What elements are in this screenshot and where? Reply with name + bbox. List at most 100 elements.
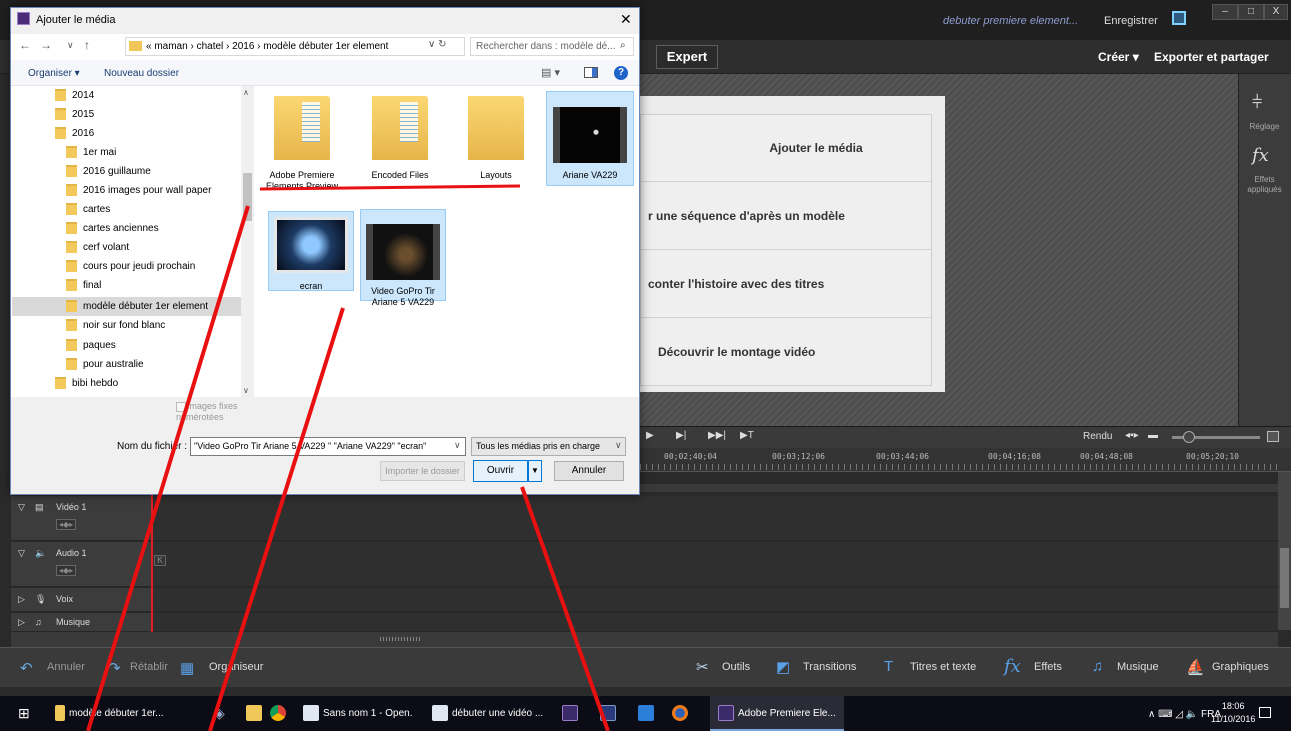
tree-folder[interactable]: 2016	[55, 124, 241, 143]
organize-menu[interactable]: Organiser ▾	[28, 68, 80, 79]
file-item-folder[interactable]: Encoded Files	[356, 96, 444, 181]
import-folder-button[interactable]: Importer le dossier	[380, 461, 465, 481]
menu-learn-editing[interactable]: Découvrir le montage vidéo	[640, 318, 932, 386]
taskbar-app-icon[interactable]: ◈	[214, 696, 225, 731]
file-item-video[interactable]: Ariane VA229	[546, 91, 634, 186]
search-icon[interactable]: ⌕	[620, 40, 626, 51]
file-item-folder[interactable]: Layouts	[452, 96, 540, 181]
collapse-icon[interactable]: ▽	[18, 502, 25, 513]
organizer-icon[interactable]: ▦	[180, 659, 194, 677]
tree-folder[interactable]: noir sur fond blanc	[66, 316, 241, 335]
transitions-icon[interactable]: ◩	[776, 658, 790, 676]
zoom-icon[interactable]: ▬	[1148, 430, 1158, 441]
new-folder-button[interactable]: Nouveau dossier	[104, 68, 179, 79]
undo-button[interactable]: Annuler	[47, 661, 85, 673]
adjust-icon[interactable]: ⫩	[1252, 92, 1262, 113]
titles-button[interactable]: Titres et texte	[910, 661, 976, 673]
tree-folder-selected[interactable]: modèle débuter 1er element	[12, 297, 241, 316]
clock[interactable]: 18:06 11/10/2016	[1211, 700, 1255, 726]
track-lane-voice[interactable]	[152, 588, 1278, 612]
step-forward-icon[interactable]: ▶|	[676, 430, 686, 441]
tree-folder[interactable]: bibi hebdo	[55, 374, 241, 393]
music-icon[interactable]: ♫	[1092, 658, 1103, 675]
file-item-image[interactable]: ecran	[268, 211, 354, 291]
track-lane-audio1[interactable]	[152, 542, 1278, 587]
tree-folder[interactable]: 2014	[55, 86, 241, 105]
track-lane-video1[interactable]	[152, 496, 1278, 541]
transitions-button[interactable]: Transitions	[803, 661, 856, 673]
close-icon[interactable]: ✕	[620, 11, 632, 28]
up-icon[interactable]: ↑	[84, 38, 90, 52]
graphics-icon[interactable]: ⛵	[1186, 658, 1205, 676]
tree-folder[interactable]: cerf volant	[66, 238, 241, 257]
menu-add-media[interactable]: Ajouter le média	[640, 114, 932, 182]
recent-dropdown-icon[interactable]: ∨	[67, 40, 74, 51]
tree-folder[interactable]: 1er mai	[66, 143, 241, 162]
file-item-folder[interactable]: Adobe Premiere Elements Preview Files	[258, 96, 346, 190]
taskbar-document[interactable]: débuter une vidéo ...	[432, 696, 552, 731]
scroll-up-icon[interactable]: ∧	[243, 88, 249, 97]
export-share-menu[interactable]: Exporter et partager	[1154, 50, 1269, 64]
taskbar-openoffice[interactable]: Sans nom 1 - Open...	[303, 696, 413, 731]
organizer-button[interactable]: Organiseur	[209, 661, 263, 673]
menu-titles-story[interactable]: conter l'histoire avec des titres	[640, 250, 932, 318]
filename-input[interactable]: "Video GoPro Tir Ariane 5 VA229 " "Arian…	[190, 437, 466, 456]
timeline-expand-icon[interactable]	[1267, 431, 1279, 442]
filetype-select[interactable]: Tous les médias pris en charge	[471, 437, 626, 456]
expert-mode-tab[interactable]: Expert	[656, 45, 718, 69]
address-bar[interactable]: « maman › chatel › 2016 › modèle débuter…	[125, 37, 465, 56]
tree-folder[interactable]: paques	[66, 336, 241, 355]
scroll-down-icon[interactable]: ∨	[243, 386, 249, 395]
taskbar-firefox-icon[interactable]	[672, 696, 692, 731]
taskbar-media-icon[interactable]	[638, 696, 658, 731]
search-input[interactable]: Rechercher dans : modèle dé...	[470, 37, 634, 56]
maximize-button[interactable]: □	[1238, 4, 1264, 20]
graphics-button[interactable]: Graphiques	[1212, 661, 1269, 673]
timeline-horizontal-scrollbar[interactable]	[11, 632, 1278, 647]
track-header-voice[interactable]	[11, 588, 151, 612]
windows-start-icon[interactable]: ⊞	[18, 696, 30, 731]
undo-icon[interactable]: ↶	[20, 659, 33, 677]
tree-scroll-thumb[interactable]	[243, 173, 252, 221]
notification-icon[interactable]	[1259, 707, 1271, 718]
titles-icon[interactable]: T	[884, 658, 893, 675]
view-options-icon[interactable]: ▤ ▾	[541, 66, 560, 79]
forward-icon[interactable]: →	[40, 38, 52, 52]
address-history-icon[interactable]: ∨ ↻	[428, 39, 446, 50]
end-icon[interactable]: ▶T	[740, 430, 754, 441]
redo-icon[interactable]: ↷	[108, 659, 121, 677]
tree-folder[interactable]: pour australie	[66, 355, 241, 374]
render-button[interactable]: Rendu	[1083, 431, 1112, 442]
horizontal-scroll-grip[interactable]	[380, 637, 420, 641]
redo-button[interactable]: Rétablir	[130, 661, 168, 673]
track-lane-music[interactable]	[152, 613, 1278, 632]
create-menu[interactable]: Créer ▾	[1098, 50, 1139, 64]
chevron-down-icon[interactable]: ∨	[454, 440, 461, 451]
taskbar-premiere-icon-1[interactable]	[562, 696, 582, 731]
fx-icon[interactable]: fx	[1252, 145, 1269, 166]
taskbar-premiere-icon-2[interactable]	[600, 696, 620, 731]
tree-folder[interactable]: 2016 guillaume	[66, 162, 241, 181]
file-item-video[interactable]: Video GoPro Tir Ariane 5 VA229	[360, 209, 446, 307]
playhead[interactable]	[151, 472, 153, 632]
expand-icon[interactable]: ▷	[18, 617, 25, 628]
fit-icon[interactable]: ◂▪▸	[1125, 430, 1139, 441]
open-options-icon[interactable]: ▼	[528, 460, 542, 482]
help-icon[interactable]: ?	[614, 66, 628, 80]
tree-scrollbar[interactable]	[241, 86, 253, 397]
effects-button[interactable]: Effets	[1034, 661, 1062, 673]
tree-folder[interactable]: cours pour jeudi prochain	[66, 257, 241, 276]
close-app-button[interactable]: X	[1264, 4, 1288, 20]
mute-icon[interactable]: K	[154, 555, 167, 566]
tools-icon[interactable]: ✂	[696, 658, 709, 676]
tree-folder[interactable]: cartes	[66, 200, 241, 219]
cancel-button[interactable]: Annuler	[554, 461, 624, 481]
taskbar-premiere[interactable]: Adobe Premiere Ele...	[718, 696, 842, 731]
tree-folder[interactable]: final	[66, 276, 241, 295]
keyframe-controls[interactable]: ◂◆▸	[56, 565, 77, 576]
tree-folder[interactable]: cartes anciennes	[66, 219, 241, 238]
open-button[interactable]: Ouvrir	[473, 460, 528, 482]
taskbar-explorer[interactable]: modèle débuter 1er...	[55, 696, 195, 731]
preview-pane-icon[interactable]	[584, 67, 598, 78]
taskbar-files-icon[interactable]	[246, 696, 266, 731]
